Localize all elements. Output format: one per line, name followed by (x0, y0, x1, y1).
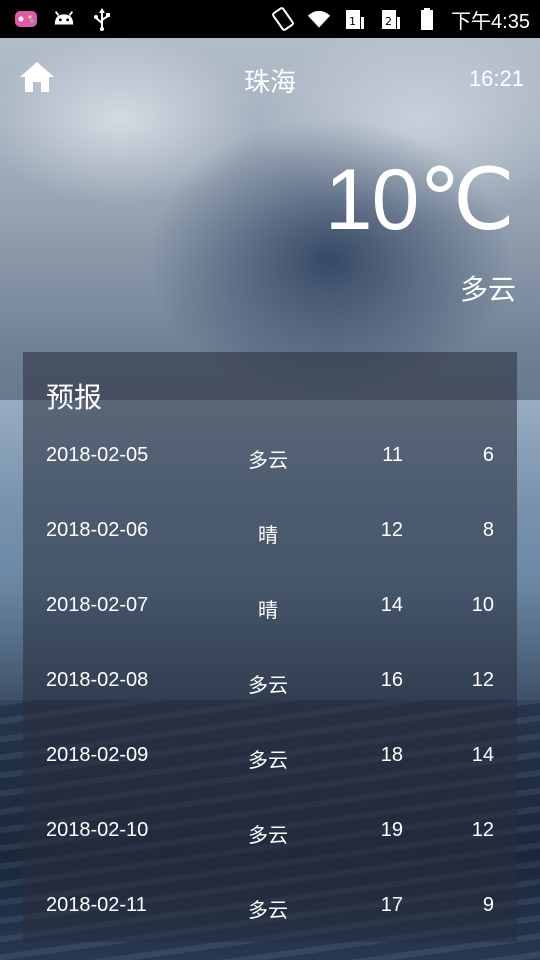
forecast-min-temp: 8 (482, 519, 494, 541)
forecast-min-temp: 10 (471, 594, 494, 616)
sim1-signal-icon: 1 (343, 7, 367, 31)
usb-icon (90, 7, 114, 31)
forecast-row: 2018-02-09 多云 18 14 (23, 736, 517, 776)
forecast-panel: 预报 2018-02-05 多云 11 6 2018-02-06 晴 12 8 … (23, 352, 517, 942)
forecast-title: 预报 (46, 381, 103, 414)
game-icon (14, 7, 38, 31)
battery-icon (415, 7, 439, 31)
forecast-date: 2018-02-09 (46, 744, 149, 766)
forecast-max-temp: 17 (380, 894, 403, 916)
forecast-date: 2018-02-11 (46, 894, 147, 916)
svg-text:1: 1 (349, 15, 356, 28)
forecast-row: 2018-02-11 多云 17 9 (23, 886, 517, 926)
forecast-date: 2018-02-05 (46, 444, 149, 466)
forecast-min-temp: 6 (482, 444, 494, 466)
status-time: 下午4:35 (451, 10, 530, 33)
forecast-condition: 多云 (248, 823, 288, 847)
forecast-condition: 多云 (248, 448, 288, 472)
forecast-condition: 多云 (248, 673, 288, 697)
forecast-row: 2018-02-10 多云 19 12 (23, 811, 517, 851)
current-temperature: 10℃ (324, 152, 515, 248)
forecast-min-temp: 14 (471, 744, 494, 766)
wifi-icon (307, 7, 331, 31)
forecast-max-temp: 14 (380, 594, 403, 616)
forecast-date: 2018-02-10 (46, 819, 149, 841)
forecast-condition: 晴 (258, 523, 278, 547)
status-bar: 1 2 下午4:35 (0, 0, 540, 38)
forecast-date: 2018-02-07 (46, 594, 149, 616)
forecast-row: 2018-02-08 多云 16 12 (23, 661, 517, 701)
forecast-row: 2018-02-07 晴 14 10 (23, 586, 517, 626)
android-icon (52, 7, 76, 31)
forecast-min-temp: 12 (471, 819, 494, 841)
forecast-max-temp: 16 (380, 669, 403, 691)
current-condition: 多云 (459, 273, 516, 306)
forecast-max-temp: 18 (380, 744, 403, 766)
title-bar: 珠海 16:21 (0, 52, 540, 108)
city-name: 珠海 (243, 68, 296, 98)
forecast-min-temp: 9 (482, 894, 494, 916)
svg-text:2: 2 (385, 15, 392, 28)
forecast-row: 2018-02-06 晴 12 8 (23, 511, 517, 551)
forecast-max-temp: 19 (380, 819, 403, 841)
forecast-row: 2018-02-05 多云 11 6 (23, 436, 517, 476)
update-time: 16:21 (468, 66, 524, 91)
sim2-signal-icon: 2 (379, 7, 403, 31)
forecast-condition: 多云 (248, 898, 288, 922)
forecast-condition: 多云 (248, 748, 288, 772)
forecast-max-temp: 12 (380, 519, 403, 541)
rotate-icon (271, 7, 295, 31)
forecast-condition: 晴 (258, 598, 278, 622)
forecast-max-temp: 11 (382, 444, 403, 466)
forecast-date: 2018-02-08 (46, 669, 149, 691)
forecast-min-temp: 12 (471, 669, 494, 691)
forecast-date: 2018-02-06 (46, 519, 149, 541)
